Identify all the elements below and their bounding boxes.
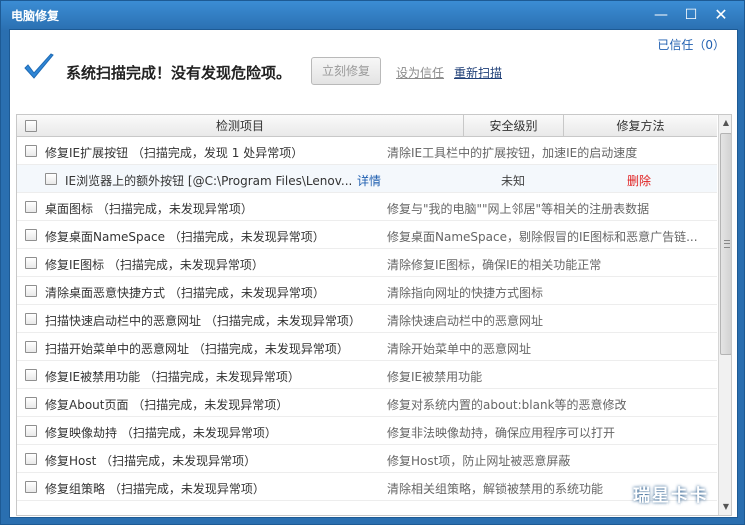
vertical-scrollbar[interactable]: ▲ ▼	[718, 115, 731, 515]
grip-icon	[724, 240, 730, 248]
row-checkbox[interactable]	[25, 229, 37, 241]
watermark-logo: 瑞星卡卡 www.ikaka.com	[625, 481, 743, 521]
table-row[interactable]: 修复映像劫持 （扫描完成，未发现异常项） 修复非法映像劫持，确保应用程序可以打开	[17, 417, 717, 445]
item-description: 修复Host项，防止网址被恶意屏蔽	[387, 454, 571, 468]
item-description: 修复桌面NameSpace，剔除假冒的IE图标和恶意广告链...	[387, 230, 698, 244]
checkmark-icon	[24, 53, 54, 79]
item-description: 修复对系统内置的about:blank等的恶意修改	[387, 398, 627, 412]
rescan-link[interactable]: 重新扫描	[454, 64, 502, 81]
table-body: 修复IE扩展按钮 （扫描完成，发现 1 处异常项） 清除IE工具栏中的扩展按钮，…	[17, 137, 717, 501]
table-row[interactable]: 桌面图标 （扫描完成，未发现异常项） 修复与"我的电脑""网上邻居"等相关的注册…	[17, 193, 717, 221]
row-checkbox[interactable]	[25, 257, 37, 269]
table-header: 检测项目 安全级别 修复方法	[17, 115, 717, 137]
scrollbar-thumb[interactable]	[720, 133, 731, 355]
table-row[interactable]: 扫描快速启动栏中的恶意网址 （扫描完成，未发现异常项） 清除快速启动栏中的恶意网…	[17, 305, 717, 333]
item-name: 修复映像劫持 （扫描完成，未发现异常项）	[45, 426, 277, 440]
window-title: 电脑修复	[11, 9, 60, 23]
item-description: 修复非法映像劫持，确保应用程序可以打开	[387, 426, 616, 440]
row-checkbox[interactable]	[25, 453, 37, 465]
minimize-button[interactable]: —	[649, 5, 673, 25]
column-header-method[interactable]: 修复方法	[564, 115, 717, 137]
row-checkbox[interactable]	[45, 173, 57, 185]
item-name: 修复IE图标 （扫描完成，未发现异常项）	[45, 258, 264, 272]
item-name: 桌面图标 （扫描完成，未发现异常项）	[45, 202, 253, 216]
item-description: 清除开始菜单中的恶意网址	[387, 342, 532, 356]
item-description: 修复IE被禁用功能	[387, 370, 483, 384]
row-checkbox[interactable]	[25, 285, 37, 297]
table-row[interactable]: 修复IE被禁用功能 （扫描完成，未发现异常项） 修复IE被禁用功能	[17, 361, 717, 389]
row-checkbox[interactable]	[25, 481, 37, 493]
row-checkbox[interactable]	[25, 313, 37, 325]
item-name: 修复IE被禁用功能 （扫描完成，未发现异常项）	[45, 370, 300, 384]
maximize-button[interactable]: ☐	[679, 5, 703, 25]
title-bar[interactable]: 电脑修复 — ☐ ✕	[1, 1, 745, 29]
row-checkbox[interactable]	[25, 425, 37, 437]
set-trusted-link[interactable]: 设为信任	[396, 64, 444, 81]
item-name: 修复IE扩展按钮 （扫描完成，发现 1 处异常项）	[45, 146, 304, 160]
details-link[interactable]: 详情	[357, 172, 381, 189]
fix-now-button[interactable]: 立刻修复	[311, 57, 381, 85]
item-name: IE浏览器上的额外按钮 [@C:\Program Files\Lenov...	[65, 174, 351, 188]
row-checkbox[interactable]	[25, 369, 37, 381]
item-description: 清除快速启动栏中的恶意网址	[387, 314, 544, 328]
column-header-item[interactable]: 检测项目	[17, 115, 464, 137]
main-panel: 已信任（0） 系统扫描完成！没有发现危险项。 立刻修复 设为信任 重新扫描 检测…	[9, 29, 738, 518]
item-name: 修复About页面 （扫描完成，未发现异常项）	[45, 398, 289, 412]
row-checkbox[interactable]	[25, 397, 37, 409]
item-name: 扫描开始菜单中的恶意网址 （扫描完成，未发现异常项）	[45, 342, 349, 356]
item-name: 修复桌面NameSpace （扫描完成，未发现异常项）	[45, 230, 325, 244]
scan-results-table: 检测项目 安全级别 修复方法 修复IE扩展按钮 （扫描完成，发现 1 处异常项）…	[16, 114, 732, 516]
item-name: 修复Host （扫描完成，未发现异常项）	[45, 454, 257, 468]
trusted-items-link[interactable]: 已信任（0）	[657, 36, 725, 53]
security-level: 未知	[501, 174, 526, 188]
item-name: 清除桌面恶意快捷方式 （扫描完成，未发现异常项）	[45, 286, 325, 300]
delete-action[interactable]: 删除	[627, 172, 651, 189]
close-button[interactable]: ✕	[709, 5, 733, 25]
row-checkbox[interactable]	[25, 201, 37, 213]
table-row[interactable]: 修复桌面NameSpace （扫描完成，未发现异常项） 修复桌面NameSpac…	[17, 221, 717, 249]
item-description: 清除指向网址的快捷方式图标	[387, 286, 544, 300]
item-description: 修复与"我的电脑""网上邻居"等相关的注册表数据	[387, 202, 650, 216]
row-checkbox[interactable]	[25, 145, 37, 157]
table-row[interactable]: 修复About页面 （扫描完成，未发现异常项） 修复对系统内置的about:bl…	[17, 389, 717, 417]
item-name: 扫描快速启动栏中的恶意网址 （扫描完成，未发现异常项）	[45, 314, 361, 328]
scroll-up-arrow-icon[interactable]: ▲	[719, 115, 731, 131]
scan-status-text: 系统扫描完成！没有发现危险项。	[66, 64, 292, 82]
row-checkbox[interactable]	[25, 341, 37, 353]
table-row-sub[interactable]: IE浏览器上的额外按钮 [@C:\Program Files\Lenov... …	[17, 165, 717, 193]
table-row[interactable]: 修复Host （扫描完成，未发现异常项） 修复Host项，防止网址被恶意屏蔽	[17, 445, 717, 473]
table-row[interactable]: 清除桌面恶意快捷方式 （扫描完成，未发现异常项） 清除指向网址的快捷方式图标	[17, 277, 717, 305]
watermark-url: www.ikaka.com	[639, 503, 717, 514]
table-row[interactable]: 扫描开始菜单中的恶意网址 （扫描完成，未发现异常项） 清除开始菜单中的恶意网址	[17, 333, 717, 361]
table-row[interactable]: 修复IE扩展按钮 （扫描完成，发现 1 处异常项） 清除IE工具栏中的扩展按钮，…	[17, 137, 717, 165]
app-window: 电脑修复 — ☐ ✕ 已信任（0） 系统扫描完成！没有发现危险项。 立刻修复 设…	[0, 0, 745, 525]
column-header-level[interactable]: 安全级别	[464, 115, 564, 137]
item-name: 修复组策略 （扫描完成，未发现异常项）	[45, 482, 265, 496]
table-row[interactable]: 修复IE图标 （扫描完成，未发现异常项） 清除修复IE图标，确保IE的相关功能正…	[17, 249, 717, 277]
item-description: 清除IE工具栏中的扩展按钮，加速IE的启动速度	[387, 146, 638, 160]
table-row[interactable]: 修复组策略 （扫描完成，未发现异常项） 清除相关组策略，解锁被禁用的系统功能	[17, 473, 717, 501]
item-description: 清除修复IE图标，确保IE的相关功能正常	[387, 258, 602, 272]
